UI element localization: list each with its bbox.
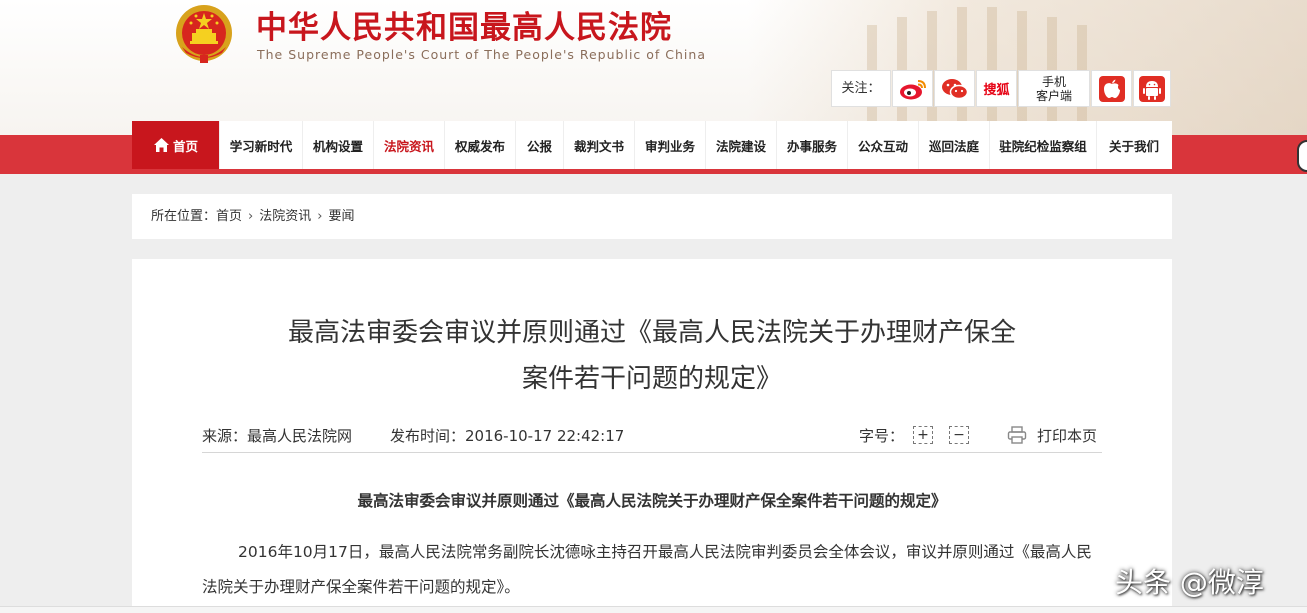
breadcrumb-headlines[interactable]: 要闻 (328, 209, 354, 224)
mobile-client-label-line1: 手机 (1041, 74, 1066, 89)
ios-app-button[interactable] (1091, 70, 1132, 107)
nav-item-institutions[interactable]: 机构设置 (303, 121, 374, 169)
nav-item-about[interactable]: 关于我们 (1097, 121, 1171, 169)
print-page-link[interactable]: 打印本页 (1037, 425, 1097, 446)
printer-icon[interactable] (1007, 426, 1027, 444)
side-scroll-handle[interactable] (1297, 140, 1307, 172)
nav-item-home-label: 首页 (172, 138, 198, 154)
article-publish-time: 发布时间：2016-10-17 22:42:17 (390, 427, 625, 445)
site-header: 中华人民共和国最高人民法院 The Supreme People's Court… (0, 0, 1307, 135)
nav-item-discipline[interactable]: 驻院纪检监察组 (990, 121, 1097, 169)
wechat-button[interactable] (934, 70, 975, 107)
nav-item-court-news[interactable]: 法院资讯 (374, 121, 445, 169)
nav-item-services[interactable]: 办事服务 (777, 121, 848, 169)
nav-item-trial-business[interactable]: 审判业务 (635, 121, 706, 169)
nav-item-home[interactable]: 首页 (132, 121, 220, 169)
mobile-client-label-line2: 客户端 (1035, 88, 1072, 103)
nav-item-circuit-courts[interactable]: 巡回法庭 (919, 121, 990, 169)
android-app-button[interactable] (1133, 70, 1171, 107)
article-title: 最高法审委会审议并原则通过《最高人民法院关于办理财产保全 案件若干问题的规定》 (132, 310, 1172, 402)
home-icon (153, 138, 169, 152)
apple-icon (1098, 75, 1125, 102)
nav-item-releases[interactable]: 权威发布 (445, 121, 516, 169)
font-size-label: 字号： (859, 427, 905, 445)
bottom-toolbar-strip (0, 606, 1307, 613)
follow-label: 关注： (831, 70, 891, 107)
chevron-right-icon: › (317, 209, 323, 224)
android-icon (1139, 75, 1165, 102)
nav-item-study[interactable]: 学习新时代 (220, 121, 303, 169)
article-title-line1: 最高法审委会审议并原则通过《最高人民法院关于办理财产保全 (287, 318, 1016, 348)
breadcrumb-court-news[interactable]: 法院资讯 (259, 209, 311, 224)
breadcrumb-prefix: 所在位置： (151, 209, 217, 224)
wechat-icon (941, 78, 968, 99)
font-increase-button[interactable]: + (913, 426, 933, 444)
article-subheading: 最高法审委会审议并原则通过《最高人民法院关于办理财产保全案件若干问题的规定》 (357, 492, 947, 510)
site-subtitle: The Supreme People's Court of The People… (257, 47, 706, 62)
weibo-button[interactable] (892, 70, 933, 107)
nav-item-judgments[interactable]: 裁判文书 (564, 121, 635, 169)
weibo-icon (899, 79, 926, 99)
chevron-right-icon: › (248, 209, 254, 224)
breadcrumb: 所在位置：首页 › 法院资讯 › 要闻 (132, 194, 1172, 239)
national-emblem-icon[interactable] (174, 3, 234, 65)
nav-item-gazette[interactable]: 公报 (516, 121, 564, 169)
nav-item-interaction[interactable]: 公众互动 (848, 121, 919, 169)
header-building-background (747, 0, 1307, 135)
nav-item-court-building[interactable]: 法院建设 (706, 121, 777, 169)
watermark: 头条 @微淳 (1115, 566, 1264, 599)
article-paragraph: 2016年10月17日，最高人民法院常务副院长沈德咏主持召开最高人民法院审判委员… (202, 543, 1092, 596)
main-nav: 首页 学习新时代 机构设置 法院资讯 权威发布 公报 裁判文书 审判业务 法院建… (132, 121, 1172, 169)
article-panel: 最高法审委会审议并原则通过《最高人民法院关于办理财产保全 案件若干问题的规定》 … (132, 259, 1172, 613)
article-meta: 来源：最高人民法院网 发布时间：2016-10-17 22:42:17 字号： … (202, 423, 1102, 453)
sohu-button[interactable]: 搜狐 (976, 70, 1017, 107)
font-decrease-button[interactable]: − (949, 426, 969, 444)
article-source: 来源：最高人民法院网 (202, 427, 353, 445)
article-title-line2: 案件若干问题的规定》 (521, 364, 782, 394)
breadcrumb-home[interactable]: 首页 (216, 209, 242, 224)
site-title[interactable]: 中华人民共和国最高人民法院 (256, 2, 672, 47)
mobile-client-button[interactable]: 手机 客户端 (1018, 70, 1090, 107)
